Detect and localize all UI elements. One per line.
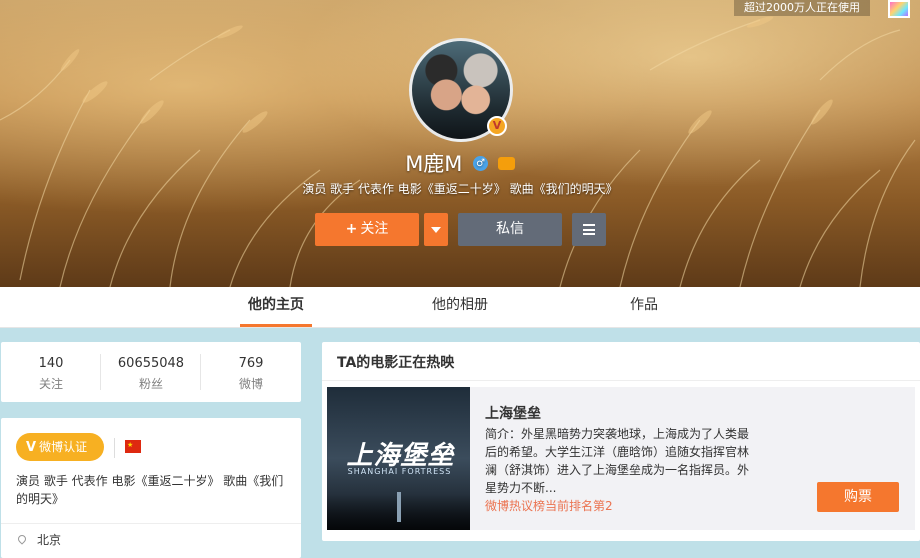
china-flag-icon[interactable]: ★	[125, 440, 141, 453]
member-icon[interactable]	[497, 156, 515, 170]
profile-intro: 演员 歌手 代表作 电影《重返二十岁》 歌曲《我们的明天》	[302, 182, 618, 196]
follow-button[interactable]: + 关注	[315, 213, 419, 246]
poster-tower	[397, 492, 401, 522]
profile-info-card: V 微博认证 ★ 演员 歌手 代表作 电影《重返二十岁》 歌曲《我们的明天》 北京	[1, 418, 301, 558]
skin-icon[interactable]	[888, 0, 910, 18]
hot-movie-section-title: TA的电影正在热映	[337, 355, 455, 371]
user-count-banner: 超过2000万人正在使用	[734, 0, 870, 16]
follow-label: 关注	[360, 221, 389, 237]
stat-posts[interactable]: 769 微博	[201, 342, 301, 402]
stats-card: 140 关注 60655048 粉丝 769 微博	[1, 342, 301, 402]
stat-followers[interactable]: 60655048 粉丝	[101, 342, 201, 402]
section-divider	[322, 380, 920, 381]
tab-album[interactable]: 他的相册	[420, 287, 500, 327]
tab-home[interactable]: 他的主页	[240, 287, 312, 327]
stat-following-count: 140	[38, 356, 64, 371]
profile-name: M鹿M	[405, 152, 463, 176]
movie-rank[interactable]: 微博热议榜当前排名第2	[485, 497, 613, 514]
menu-icon	[583, 224, 595, 235]
stat-following[interactable]: 140 关注	[1, 342, 101, 402]
movie-poster[interactable]: 上海堡垒 SHANGHAI FORTRESS	[327, 387, 470, 530]
verified-badge-icon: V	[487, 116, 507, 136]
stat-posts-label: 微博	[238, 377, 263, 391]
badge-divider	[114, 438, 115, 458]
location-icon	[16, 533, 28, 545]
poster-subtitle: SHANGHAI FORTRESS	[347, 467, 452, 476]
stat-following-label: 关注	[38, 377, 63, 391]
male-gender-icon: ♂	[473, 155, 489, 171]
stat-followers-count: 60655048	[117, 356, 185, 371]
info-divider	[1, 523, 301, 524]
info-intro: 演员 歌手 代表作 电影《重返二十岁》 歌曲《我们的明天》	[16, 474, 284, 506]
plus-icon: +	[345, 221, 358, 237]
stat-followers-label: 粉丝	[138, 377, 163, 391]
hot-movie-card: TA的电影正在热映 上海堡垒 SHANGHAI FORTRESS 上海堡垒 简介…	[322, 342, 920, 541]
more-menu-button[interactable]	[572, 213, 606, 246]
profile-banner: 超过2000万人正在使用 V M鹿M ♂ 演员 歌手 代表作 电影《重返二十岁》…	[0, 0, 920, 287]
message-button[interactable]: 私信	[458, 213, 562, 246]
movie-title[interactable]: 上海堡垒	[485, 403, 541, 423]
location-text: 北京	[37, 533, 62, 547]
verified-label: 微博认证	[39, 440, 88, 454]
stat-posts-count: 769	[238, 356, 264, 371]
movie-item[interactable]: 上海堡垒 SHANGHAI FORTRESS 上海堡垒 简介：外星黑暗势力突袭地…	[327, 387, 915, 530]
buy-ticket-button[interactable]: 购票	[817, 482, 899, 512]
weibo-verified-badge[interactable]: V 微博认证	[16, 433, 104, 461]
caret-down-icon	[431, 227, 441, 233]
profile-tabs: 他的主页 他的相册 作品	[0, 287, 920, 328]
profile-name-row: M鹿M ♂	[350, 148, 570, 178]
movie-description: 简介：外星黑暗势力突袭地球，上海成为了人类最后的希望。大学生江洋（鹿晗饰）追随女…	[485, 427, 750, 495]
tab-works[interactable]: 作品	[614, 287, 674, 327]
follow-dropdown-button[interactable]	[424, 213, 448, 246]
verified-v-icon: V	[26, 440, 37, 455]
